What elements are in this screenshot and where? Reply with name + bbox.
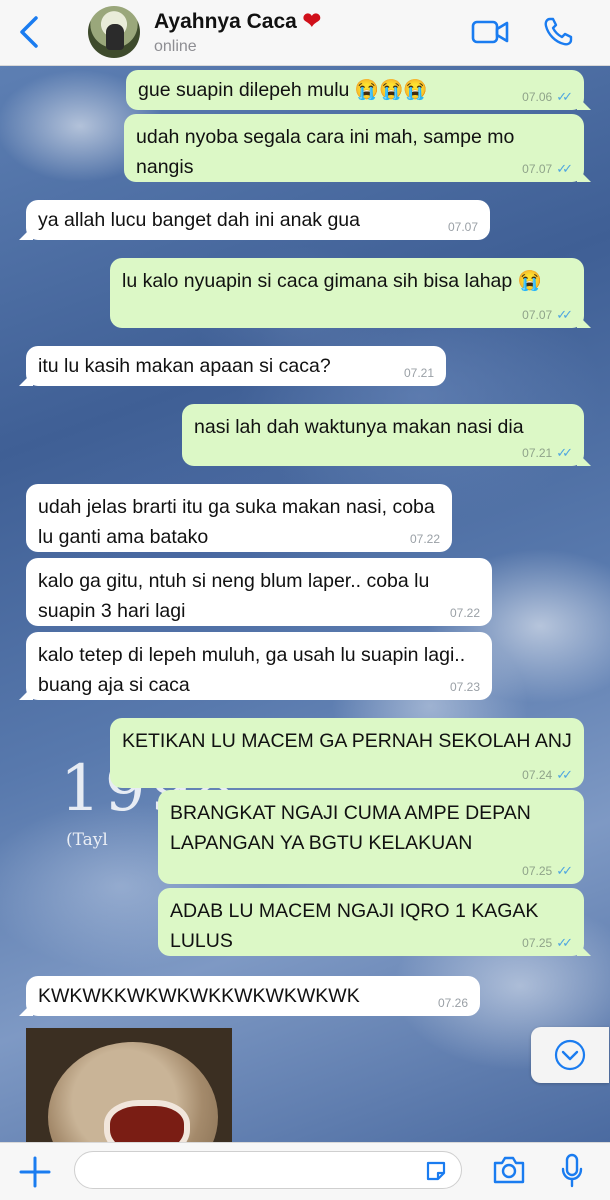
message-bubble-incoming[interactable]: kalo tetep di lepeh muluh, ga usah lu su… xyxy=(26,632,492,700)
message-time: 07.06 xyxy=(522,90,553,104)
image-mouth xyxy=(104,1100,190,1146)
message-bubble-outgoing[interactable]: udah nyoba segala cara ini mah, sampe mo… xyxy=(124,114,584,182)
message-meta: 07.24 ✓✓ xyxy=(522,767,573,783)
read-ticks-icon: ✓✓ xyxy=(556,89,573,104)
message-text: kalo ga gitu, ntuh si neng blum laper.. … xyxy=(38,570,430,622)
message-meta: 07.25 ✓✓ xyxy=(522,863,573,879)
message-time: 07.25 xyxy=(522,864,553,878)
video-camera-icon[interactable] xyxy=(470,16,510,48)
message-meta: 07.22 xyxy=(410,532,440,546)
message-bubble-incoming[interactable]: udah jelas brarti itu ga suka makan nasi… xyxy=(26,484,452,552)
message-text: lu kalo nyuapin si caca gimana sih bisa … xyxy=(122,270,542,292)
message-bubble-outgoing[interactable]: gue suapin dilepeh mulu 😭😭😭 07.06 ✓✓ xyxy=(126,70,584,110)
message-meta: 07.25 ✓✓ xyxy=(522,935,573,951)
message-meta: 07.21 xyxy=(404,366,434,380)
composer-bar xyxy=(0,1142,610,1200)
sticker-icon[interactable] xyxy=(424,1159,448,1183)
message-text: gue suapin dilepeh mulu 😭😭😭 xyxy=(138,79,428,101)
message-text: ya allah lucu banget dah ini anak gua xyxy=(38,209,360,231)
message-time: 07.21 xyxy=(522,446,553,460)
message-text: udah jelas brarti itu ga suka makan nasi… xyxy=(38,496,435,548)
message-input[interactable] xyxy=(74,1151,462,1189)
message-text: KETIKAN LU MACEM GA PERNAH SEKOLAH ANJ xyxy=(122,730,572,752)
read-ticks-icon: ✓✓ xyxy=(556,863,573,878)
message-bubble-outgoing[interactable]: ADAB LU MACEM NGAJI IQRO 1 KAGAK LULUS 0… xyxy=(158,888,584,956)
message-text: kalo tetep di lepeh muluh, ga usah lu su… xyxy=(38,644,466,696)
message-bubble-incoming[interactable]: ya allah lucu banget dah ini anak gua 07… xyxy=(26,200,490,240)
message-bubble-incoming[interactable]: KWKWKKWKWKWKKWKWKWKWK 07.26 xyxy=(26,976,480,1016)
message-bubble-outgoing[interactable]: nasi lah dah waktunya makan nasi dia 07.… xyxy=(182,404,584,466)
message-text: itu lu kasih makan apaan si caca? xyxy=(38,355,331,377)
message-text: nasi lah dah waktunya makan nasi dia xyxy=(194,416,524,438)
contact-name-text: Ayahnya Caca xyxy=(154,10,297,33)
message-bubble-incoming[interactable]: itu lu kasih makan apaan si caca? 07.21 xyxy=(26,346,446,386)
message-bubble-outgoing[interactable]: lu kalo nyuapin si caca gimana sih bisa … xyxy=(110,258,584,328)
contact-name[interactable]: Ayahnya Caca ❤ xyxy=(154,8,321,34)
message-time: 07.22 xyxy=(409,532,440,546)
message-text: udah nyoba segala cara ini mah, sampe mo… xyxy=(136,126,515,178)
image-message[interactable] xyxy=(26,1028,232,1146)
message-meta: 07.23 xyxy=(450,680,480,694)
read-ticks-icon: ✓✓ xyxy=(556,307,573,322)
avatar[interactable] xyxy=(88,6,140,58)
message-time: 07.22 xyxy=(449,606,480,620)
chat-header: Ayahnya Caca ❤ online xyxy=(0,0,610,66)
message-meta: 07.07 ✓✓ xyxy=(522,161,573,177)
read-ticks-icon: ✓✓ xyxy=(556,161,573,176)
plus-icon[interactable] xyxy=(18,1155,52,1189)
message-meta: 07.07 xyxy=(448,220,478,234)
message-text: KWKWKKWKWKWKKWKWKWKWK xyxy=(38,985,360,1007)
contact-status: online xyxy=(154,38,197,55)
message-meta: 07.07 ✓✓ xyxy=(522,307,573,323)
read-ticks-icon: ✓✓ xyxy=(556,767,573,782)
microphone-icon[interactable] xyxy=(560,1153,584,1189)
chevron-left-icon[interactable] xyxy=(14,14,44,50)
message-time: 07.25 xyxy=(522,936,553,950)
message-meta: 07.26 xyxy=(438,996,468,1010)
message-bubble-outgoing[interactable]: KETIKAN LU MACEM GA PERNAH SEKOLAH ANJ 0… xyxy=(110,718,584,788)
message-meta: 07.22 xyxy=(450,606,480,620)
wallpaper-text-small: (Tayl xyxy=(66,830,108,850)
message-time: 07.23 xyxy=(449,680,480,694)
message-text: ADAB LU MACEM NGAJI IQRO 1 KAGAK LULUS xyxy=(170,900,539,952)
message-meta: 07.06 ✓✓ xyxy=(522,89,573,105)
message-bubble-outgoing[interactable]: BRANGKAT NGAJI CUMA AMPE DEPAN LAPANGAN … xyxy=(158,790,584,884)
chevron-down-circle-icon xyxy=(554,1039,586,1071)
message-meta: 07.21 ✓✓ xyxy=(522,445,573,461)
read-ticks-icon: ✓✓ xyxy=(556,445,573,460)
message-time: 07.07 xyxy=(522,162,553,176)
message-time: 07.07 xyxy=(522,308,553,322)
read-ticks-icon: ✓✓ xyxy=(556,935,573,950)
heart-icon: ❤ xyxy=(302,8,322,33)
message-time: 07.21 xyxy=(403,366,434,380)
scroll-to-bottom-button[interactable] xyxy=(531,1027,609,1083)
phone-icon[interactable] xyxy=(542,16,574,48)
message-time: 07.07 xyxy=(447,220,478,234)
camera-icon[interactable] xyxy=(492,1155,526,1185)
message-bubble-incoming[interactable]: kalo ga gitu, ntuh si neng blum laper.. … xyxy=(26,558,492,626)
message-time: 07.26 xyxy=(437,996,468,1010)
message-text: BRANGKAT NGAJI CUMA AMPE DEPAN LAPANGAN … xyxy=(170,802,531,854)
message-time: 07.24 xyxy=(522,768,553,782)
